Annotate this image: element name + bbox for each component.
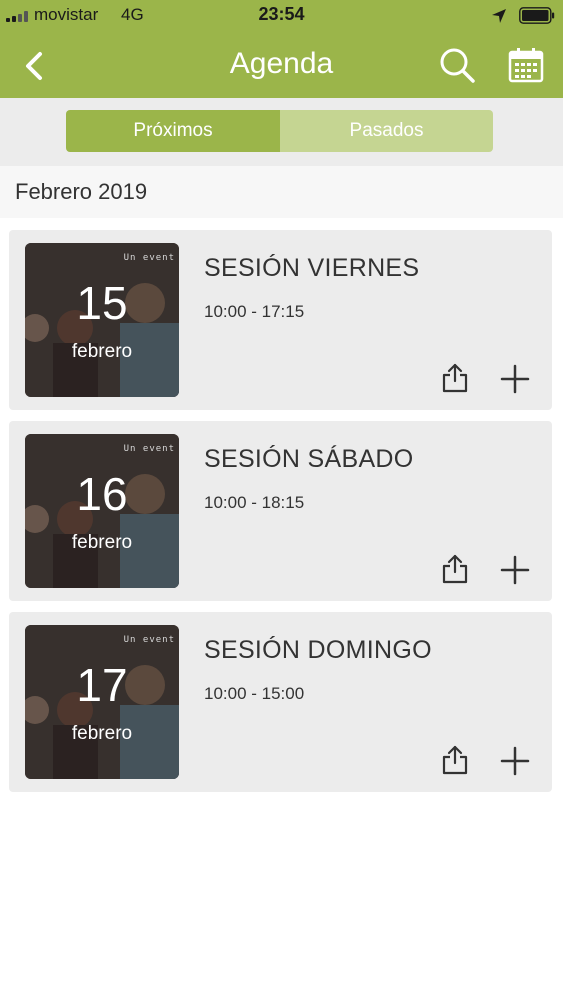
event-time: 10:00 - 18:15 [204,493,305,512]
watermark-text: Un event [123,635,175,645]
tab-proximos[interactable]: Próximos [66,110,280,152]
add-button[interactable] [499,363,531,395]
event-day: 15 [76,277,128,329]
event-day: 16 [76,468,128,520]
event-month: febrero [71,341,133,362]
event-time: 10:00 - 15:00 [204,684,305,703]
location-arrow-icon [492,9,506,23]
event-thumbnail: Un event 15 febrero [25,243,179,397]
page-title: Agenda [229,47,334,80]
event-title: SESIÓN SÁBADO [204,445,414,473]
event-day: 17 [76,659,128,711]
share-button[interactable] [441,362,469,394]
event-thumbnail: Un event 16 febrero [25,434,179,588]
event-card[interactable]: Un event 16 febrero SESIÓN SÁBADO 10:00 … [9,421,552,601]
watermark-text: Un event [123,253,175,263]
navigation-bar: Agenda [0,40,563,90]
share-button[interactable] [441,744,469,776]
battery-icon [519,7,555,24]
event-month: febrero [71,532,133,553]
segmented-control: Próximos Pasados [0,98,563,166]
event-thumbnail: Un event 17 febrero [25,625,179,779]
event-time: 10:00 - 17:15 [204,302,305,321]
event-card[interactable]: Un event 15 febrero SESIÓN VIERNES 10:00… [9,230,552,410]
event-card[interactable]: Un event 17 febrero SESIÓN DOMINGO 10:00… [9,612,552,792]
add-button[interactable] [499,554,531,586]
status-time: 23:54 [258,4,305,24]
share-button[interactable] [441,553,469,585]
event-month: febrero [71,723,133,744]
search-button[interactable] [437,45,477,85]
section-header: Febrero 2019 [0,166,563,218]
add-button[interactable] [499,745,531,777]
watermark-text: Un event [123,444,175,454]
event-list: Un event 15 febrero SESIÓN VIERNES 10:00… [0,218,563,1000]
tab-pasados[interactable]: Pasados [280,110,493,152]
status-bar: movistar 4G 23:54 [0,0,563,32]
event-title: SESIÓN DOMINGO [204,636,432,664]
calendar-button[interactable] [507,46,545,84]
top-bar: movistar 4G 23:54 Agenda [0,0,563,98]
event-title: SESIÓN VIERNES [204,254,420,282]
